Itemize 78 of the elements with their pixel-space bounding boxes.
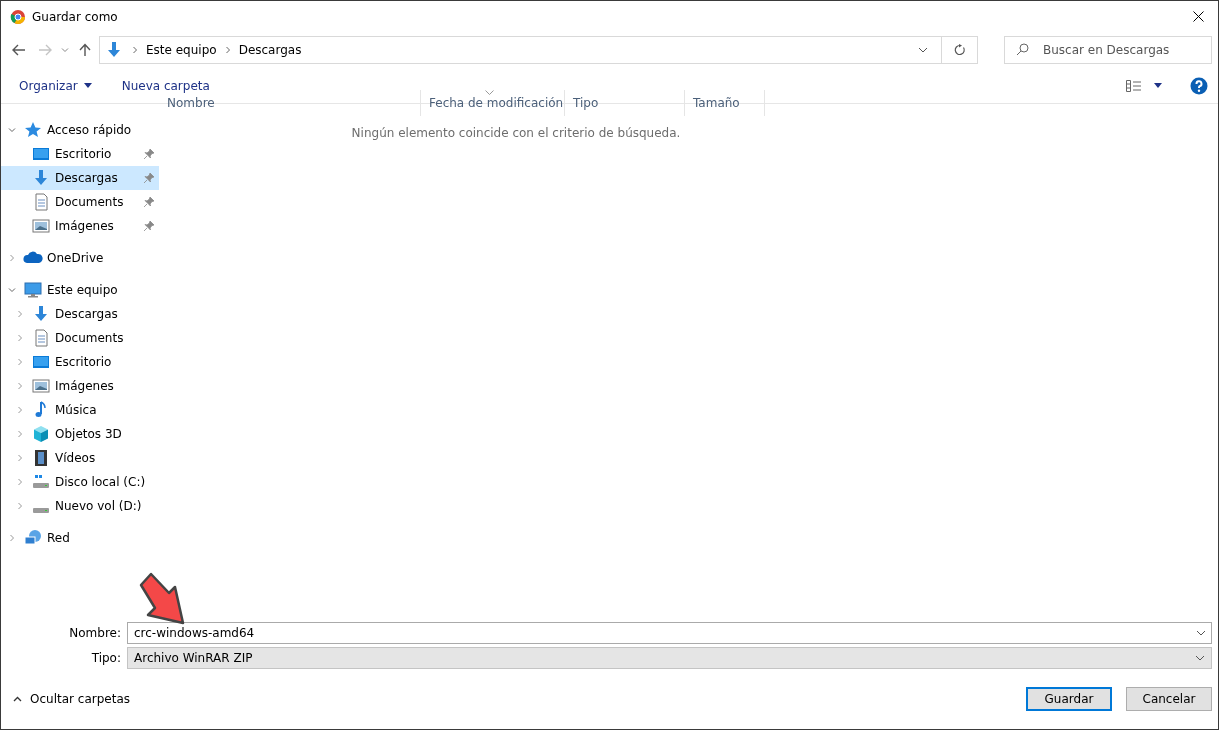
breadcrumb[interactable]: Este equipo: [146, 43, 217, 57]
refresh-icon: [953, 44, 966, 56]
star-icon: [23, 120, 43, 140]
pin-icon[interactable]: [143, 172, 155, 184]
field-label: Nombre:: [68, 626, 121, 640]
address-bar[interactable]: Este equipo Descargas: [99, 36, 978, 64]
save-button[interactable]: Guardar: [1026, 687, 1112, 711]
pin-icon[interactable]: [143, 148, 155, 160]
organize-button[interactable]: Organizar: [19, 78, 92, 93]
column-header[interactable]: Fecha de modificación: [421, 90, 565, 116]
chevron-icon: [224, 46, 231, 54]
close-icon: [1192, 11, 1204, 22]
chevron-icon[interactable]: [8, 534, 16, 542]
dropdown-caret-icon: [1195, 655, 1205, 661]
hide-folders-button[interactable]: Ocultar carpetas: [13, 692, 130, 706]
folder-item[interactable]: Acceso rápido: [1, 118, 159, 142]
field-label: Tipo:: [90, 651, 121, 665]
folder-item[interactable]: Imágenes: [1, 374, 159, 398]
chevron-icon: [132, 46, 138, 54]
folder-item[interactable]: Descargas: [1, 302, 159, 326]
folder-item[interactable]: OneDrive: [1, 246, 159, 270]
folder-item[interactable]: Vídeos: [1, 446, 159, 470]
column-header[interactable]: Nombre: [159, 90, 421, 116]
new-folder-button[interactable]: Nueva carpeta: [121, 78, 210, 93]
column-header[interactable]: Tamaño: [685, 90, 765, 116]
dropdown-caret-icon[interactable]: [1196, 630, 1206, 636]
computer-icon: [23, 280, 43, 300]
back-arrow-icon: [12, 44, 26, 56]
chevron-icon[interactable]: [16, 502, 24, 510]
chevron-icon[interactable]: [8, 254, 16, 262]
folder-item[interactable]: Objetos 3D: [1, 422, 159, 446]
folder-item[interactable]: Imágenes: [1, 214, 159, 238]
filename-field[interactable]: crc-windows-amd64: [127, 622, 1212, 644]
folder-item[interactable]: Documents: [1, 326, 159, 350]
folder-item[interactable]: Disco local (C:): [1, 470, 159, 494]
window-title: Guardar como: [32, 9, 119, 24]
caret-up-icon: [13, 696, 22, 702]
cube-icon: [31, 424, 51, 444]
file-type-dropdown[interactable]: Archivo WinRAR ZIP: [127, 647, 1212, 669]
chevron-icon[interactable]: [16, 478, 24, 486]
chevron-icon[interactable]: [16, 334, 24, 342]
folder-item[interactable]: Nuevo vol (D:): [1, 494, 159, 518]
chevron-icon[interactable]: [16, 454, 24, 462]
chevron-icon[interactable]: [16, 358, 24, 366]
forward-arrow-icon: [38, 44, 52, 56]
view-options-button[interactable]: [1126, 79, 1162, 92]
folder-item[interactable]: Documents: [1, 190, 159, 214]
folder-item[interactable]: Este equipo: [1, 278, 159, 302]
cancel-button[interactable]: Cancelar: [1126, 687, 1212, 711]
caret-icon: [83, 83, 92, 88]
chevron-icon[interactable]: [8, 286, 16, 294]
caret-icon: [1154, 83, 1162, 88]
app-icon: [10, 8, 26, 25]
search-field[interactable]: Buscar en Descargas: [1004, 36, 1212, 64]
folder-item[interactable]: Música: [1, 398, 159, 422]
folder-item[interactable]: Red: [1, 526, 159, 550]
drive-icon: [31, 505, 51, 515]
folder-item[interactable]: Escritorio: [1, 142, 159, 166]
caret-icon: [61, 47, 69, 53]
chevron-icon[interactable]: [8, 126, 16, 134]
chevron-icon[interactable]: [16, 430, 24, 438]
empty-message: Ningún elemento coincide con el criterio de búsqueda.: [350, 126, 682, 140]
column-header[interactable]: Tipo: [565, 90, 685, 116]
up-arrow-icon: [79, 43, 91, 57]
picture-icon: [31, 376, 51, 396]
chevron-icon[interactable]: [16, 310, 24, 318]
pin-icon[interactable]: [143, 220, 155, 232]
pin-icon[interactable]: [143, 196, 155, 208]
folder-item[interactable]: Escritorio: [1, 350, 159, 374]
breadcrumb[interactable]: Descargas: [238, 43, 302, 57]
chevron-icon[interactable]: [16, 406, 24, 414]
chevron-icon[interactable]: [16, 382, 24, 390]
picture-icon: [31, 216, 51, 236]
caret-icon: [918, 47, 928, 53]
folder-item[interactable]: Descargas: [1, 166, 159, 190]
help-icon[interactable]: [1190, 76, 1208, 95]
list-view-icon: [1126, 79, 1142, 92]
search-icon: [1016, 43, 1029, 56]
